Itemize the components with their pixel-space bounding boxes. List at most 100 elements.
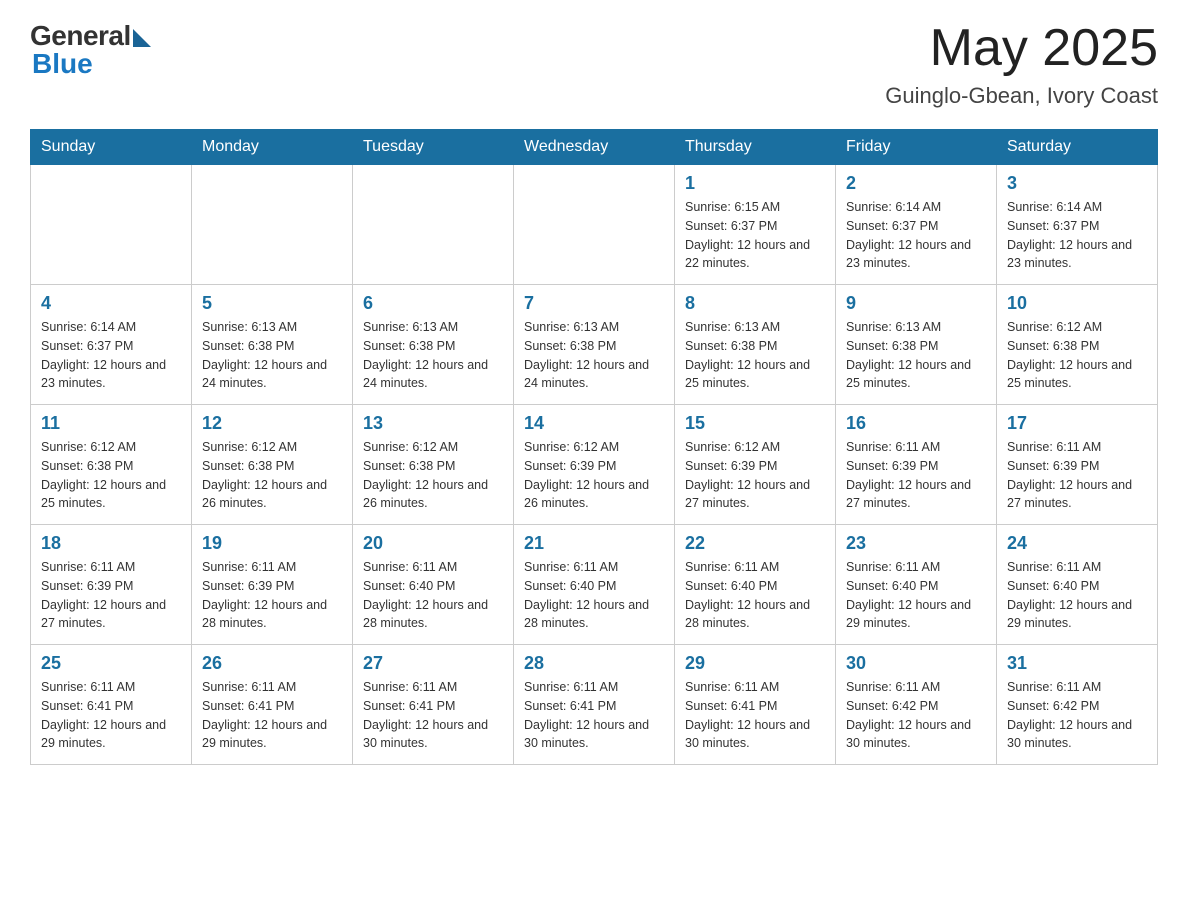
day-info: Sunrise: 6:12 AMSunset: 6:39 PMDaylight:… [685, 438, 825, 513]
day-info: Sunrise: 6:11 AMSunset: 6:41 PMDaylight:… [524, 678, 664, 753]
calendar-cell [514, 165, 675, 285]
calendar-cell: 30Sunrise: 6:11 AMSunset: 6:42 PMDayligh… [836, 645, 997, 765]
day-number: 25 [41, 653, 181, 674]
day-info: Sunrise: 6:13 AMSunset: 6:38 PMDaylight:… [685, 318, 825, 393]
calendar-header-friday: Friday [836, 130, 997, 165]
calendar-cell: 16 Sunrise: 6:11 AMSunset: 6:39 PMDayligh… [836, 405, 997, 525]
day-number: 21 [524, 533, 664, 554]
calendar-cell: 22Sunrise: 6:11 AMSunset: 6:40 PMDayligh… [675, 525, 836, 645]
day-number: 24 [1007, 533, 1147, 554]
day-info: Sunrise: 6:11 AMSunset: 6:40 PMDaylight:… [846, 558, 986, 633]
day-number: 18 [41, 533, 181, 554]
day-info: Sunrise: 6:11 AMSunset: 6:39 PMDaylight:… [202, 558, 342, 633]
calendar-header-wednesday: Wednesday [514, 130, 675, 165]
calendar-cell: 10Sunrise: 6:12 AMSunset: 6:38 PMDayligh… [997, 285, 1158, 405]
logo: General Blue [30, 20, 151, 80]
calendar-cell: 3 Sunrise: 6:14 AMSunset: 6:37 PMDaylight… [997, 165, 1158, 285]
day-info: Sunrise: 6:11 AMSunset: 6:42 PMDaylight:… [1007, 678, 1147, 753]
calendar-cell: 9 Sunrise: 6:13 AMSunset: 6:38 PMDaylight… [836, 285, 997, 405]
day-number: 2 [846, 173, 986, 194]
calendar-cell: 12 Sunrise: 6:12 AMSunset: 6:38 PMDayligh… [192, 405, 353, 525]
day-number: 19 [202, 533, 342, 554]
day-info: Sunrise: 6:13 AMSunset: 6:38 PMDaylight:… [524, 318, 664, 393]
day-number: 3 [1007, 173, 1147, 194]
week-row-2: 4 Sunrise: 6:14 AMSunset: 6:37 PMDaylight… [31, 285, 1158, 405]
day-number: 4 [41, 293, 181, 314]
day-number: 14 [524, 413, 664, 434]
calendar-cell: 2 Sunrise: 6:14 AMSunset: 6:37 PMDaylight… [836, 165, 997, 285]
calendar-cell: 6 Sunrise: 6:13 AMSunset: 6:38 PMDaylight… [353, 285, 514, 405]
day-number: 7 [524, 293, 664, 314]
calendar-cell: 7 Sunrise: 6:13 AMSunset: 6:38 PMDaylight… [514, 285, 675, 405]
day-info: Sunrise: 6:12 AMSunset: 6:38 PMDaylight:… [363, 438, 503, 513]
calendar-cell: 19 Sunrise: 6:11 AMSunset: 6:39 PMDayligh… [192, 525, 353, 645]
day-info: Sunrise: 6:13 AMSunset: 6:38 PMDaylight:… [202, 318, 342, 393]
day-number: 20 [363, 533, 503, 554]
calendar-cell: 20Sunrise: 6:11 AMSunset: 6:40 PMDayligh… [353, 525, 514, 645]
main-title: May 2025 [885, 20, 1158, 77]
calendar-cell: 4 Sunrise: 6:14 AMSunset: 6:37 PMDaylight… [31, 285, 192, 405]
day-info: Sunrise: 6:11 AMSunset: 6:41 PMDaylight:… [363, 678, 503, 753]
day-info: Sunrise: 6:13 AMSunset: 6:38 PMDaylight:… [363, 318, 503, 393]
calendar-cell: 26 Sunrise: 6:11 AMSunset: 6:41 PMDayligh… [192, 645, 353, 765]
calendar-header-sunday: Sunday [31, 130, 192, 165]
day-info: Sunrise: 6:12 AMSunset: 6:39 PMDaylight:… [524, 438, 664, 513]
day-number: 6 [363, 293, 503, 314]
day-number: 11 [41, 413, 181, 434]
day-info: Sunrise: 6:11 AMSunset: 6:41 PMDaylight:… [202, 678, 342, 753]
day-info: Sunrise: 6:12 AMSunset: 6:38 PMDaylight:… [41, 438, 181, 513]
week-row-3: 11 Sunrise: 6:12 AMSunset: 6:38 PMDayligh… [31, 405, 1158, 525]
calendar-cell: 21Sunrise: 6:11 AMSunset: 6:40 PMDayligh… [514, 525, 675, 645]
calendar-header-monday: Monday [192, 130, 353, 165]
calendar-cell: 11 Sunrise: 6:12 AMSunset: 6:38 PMDayligh… [31, 405, 192, 525]
calendar-cell: 5Sunrise: 6:13 AMSunset: 6:38 PMDaylight… [192, 285, 353, 405]
calendar-cell: 31 Sunrise: 6:11 AMSunset: 6:42 PMDayligh… [997, 645, 1158, 765]
day-info: Sunrise: 6:12 AMSunset: 6:38 PMDaylight:… [1007, 318, 1147, 393]
day-info: Sunrise: 6:11 AMSunset: 6:42 PMDaylight:… [846, 678, 986, 753]
week-row-1: 1 Sunrise: 6:15 AMSunset: 6:37 PMDaylight… [31, 165, 1158, 285]
calendar-cell: 29Sunrise: 6:11 AMSunset: 6:41 PMDayligh… [675, 645, 836, 765]
calendar-cell: 13Sunrise: 6:12 AMSunset: 6:38 PMDayligh… [353, 405, 514, 525]
day-number: 15 [685, 413, 825, 434]
calendar-cell: 24 Sunrise: 6:11 AMSunset: 6:40 PMDayligh… [997, 525, 1158, 645]
day-info: Sunrise: 6:11 AMSunset: 6:39 PMDaylight:… [846, 438, 986, 513]
calendar-cell: 14 Sunrise: 6:12 AMSunset: 6:39 PMDayligh… [514, 405, 675, 525]
day-info: Sunrise: 6:14 AMSunset: 6:37 PMDaylight:… [41, 318, 181, 393]
day-number: 16 [846, 413, 986, 434]
calendar-cell [353, 165, 514, 285]
day-number: 23 [846, 533, 986, 554]
day-info: Sunrise: 6:11 AMSunset: 6:40 PMDaylight:… [1007, 558, 1147, 633]
week-row-5: 25 Sunrise: 6:11 AMSunset: 6:41 PMDayligh… [31, 645, 1158, 765]
calendar-cell: 27 Sunrise: 6:11 AMSunset: 6:41 PMDayligh… [353, 645, 514, 765]
day-number: 26 [202, 653, 342, 674]
calendar-header-saturday: Saturday [997, 130, 1158, 165]
day-info: Sunrise: 6:15 AMSunset: 6:37 PMDaylight:… [685, 198, 825, 273]
calendar-cell [31, 165, 192, 285]
calendar-header-thursday: Thursday [675, 130, 836, 165]
logo-blue-text: Blue [32, 48, 93, 80]
page-header: General Blue May 2025 Guinglo-Gbean, Ivo… [30, 20, 1158, 109]
calendar-header-row: SundayMondayTuesdayWednesdayThursdayFrid… [31, 130, 1158, 165]
day-number: 22 [685, 533, 825, 554]
day-number: 31 [1007, 653, 1147, 674]
day-info: Sunrise: 6:11 AMSunset: 6:39 PMDaylight:… [1007, 438, 1147, 513]
day-info: Sunrise: 6:14 AMSunset: 6:37 PMDaylight:… [1007, 198, 1147, 273]
calendar-cell: 18 Sunrise: 6:11 AMSunset: 6:39 PMDayligh… [31, 525, 192, 645]
day-number: 1 [685, 173, 825, 194]
day-number: 9 [846, 293, 986, 314]
calendar-header-tuesday: Tuesday [353, 130, 514, 165]
day-info: Sunrise: 6:14 AMSunset: 6:37 PMDaylight:… [846, 198, 986, 273]
day-number: 27 [363, 653, 503, 674]
logo-arrow-icon [133, 29, 151, 47]
calendar-table: SundayMondayTuesdayWednesdayThursdayFrid… [30, 129, 1158, 765]
calendar-cell: 1 Sunrise: 6:15 AMSunset: 6:37 PMDaylight… [675, 165, 836, 285]
day-info: Sunrise: 6:11 AMSunset: 6:39 PMDaylight:… [41, 558, 181, 633]
calendar-cell: 23 Sunrise: 6:11 AMSunset: 6:40 PMDayligh… [836, 525, 997, 645]
day-info: Sunrise: 6:13 AMSunset: 6:38 PMDaylight:… [846, 318, 986, 393]
day-number: 12 [202, 413, 342, 434]
calendar-cell: 28Sunrise: 6:11 AMSunset: 6:41 PMDayligh… [514, 645, 675, 765]
day-info: Sunrise: 6:12 AMSunset: 6:38 PMDaylight:… [202, 438, 342, 513]
calendar-cell: 8Sunrise: 6:13 AMSunset: 6:38 PMDaylight… [675, 285, 836, 405]
day-info: Sunrise: 6:11 AMSunset: 6:41 PMDaylight:… [685, 678, 825, 753]
calendar-cell: 17Sunrise: 6:11 AMSunset: 6:39 PMDayligh… [997, 405, 1158, 525]
